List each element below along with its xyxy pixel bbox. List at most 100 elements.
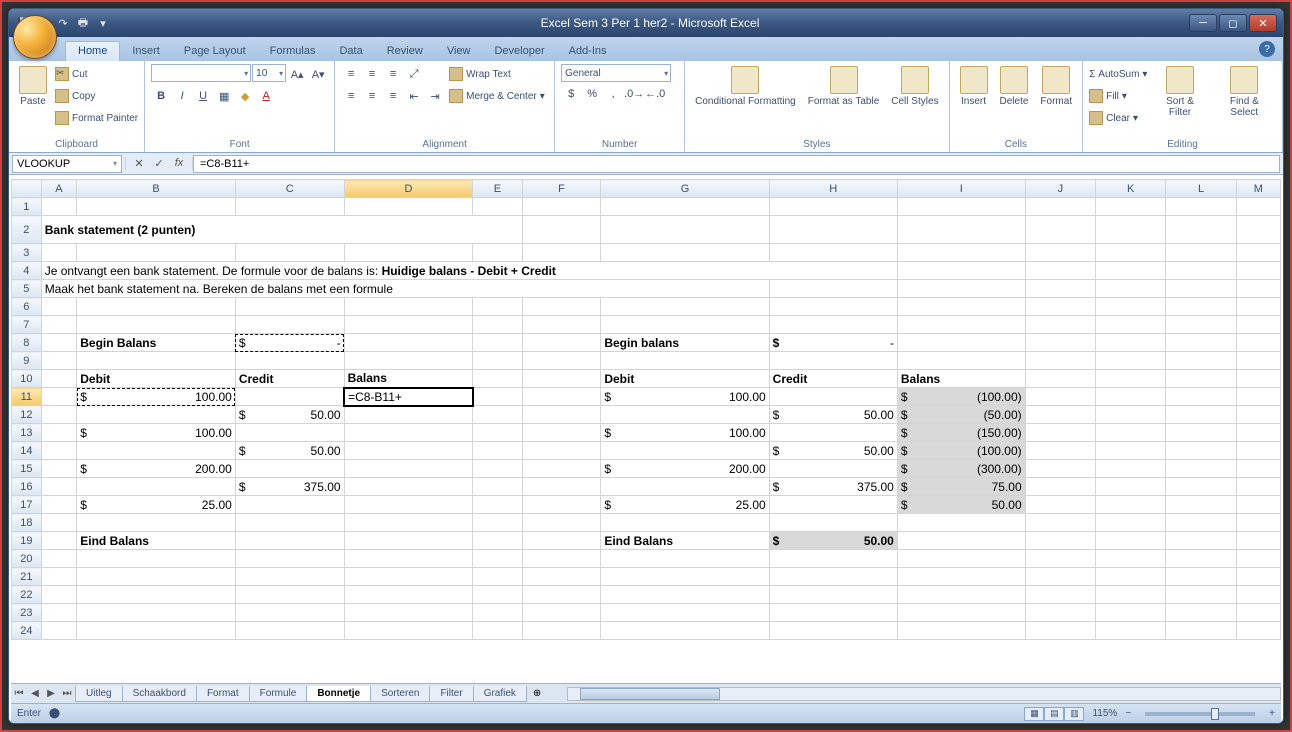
cell-I23[interactable] [897, 604, 1025, 622]
col-header-D[interactable]: D [344, 180, 473, 198]
cell-K13[interactable] [1095, 424, 1165, 442]
cell-H13[interactable] [769, 424, 897, 442]
cell-A15[interactable] [41, 460, 77, 478]
cell-A13[interactable] [41, 424, 77, 442]
cell-M8[interactable] [1236, 334, 1280, 352]
cell-H5[interactable] [769, 280, 897, 298]
row-header-15[interactable]: 15 [12, 460, 42, 478]
sheet-tab-schaakbord[interactable]: Schaakbord [122, 686, 197, 702]
fx-button[interactable]: fx [170, 157, 188, 170]
cell-H17[interactable] [769, 496, 897, 514]
cell-A17[interactable] [41, 496, 77, 514]
orientation-icon[interactable]: ⤢ [404, 64, 424, 84]
tab-page-layout[interactable]: Page Layout [172, 42, 258, 61]
cell-B15[interactable]: $200.00 [77, 460, 236, 478]
col-header-H[interactable]: H [769, 180, 897, 198]
percent-icon[interactable]: % [582, 84, 602, 104]
cell-G2[interactable] [601, 216, 769, 244]
cell-B6[interactable] [77, 298, 236, 316]
cell-E8[interactable] [473, 334, 522, 352]
col-header-J[interactable]: J [1025, 180, 1095, 198]
cell-F22[interactable] [522, 586, 601, 604]
row-header-11[interactable]: 11 [12, 388, 42, 406]
cell-G10[interactable]: Debit [601, 370, 769, 388]
minimize-button[interactable]: ─ [1189, 14, 1217, 32]
cell-B11[interactable]: $100.00 [77, 388, 236, 406]
cell-E1[interactable] [473, 198, 522, 216]
cell-L6[interactable] [1166, 298, 1236, 316]
cell-J3[interactable] [1025, 244, 1095, 262]
cell-B1[interactable] [77, 198, 236, 216]
cell-J9[interactable] [1025, 352, 1095, 370]
cell-B12[interactable] [77, 406, 236, 424]
cell-E10[interactable] [473, 370, 522, 388]
row-header-19[interactable]: 19 [12, 532, 42, 550]
cell-A1[interactable] [41, 198, 77, 216]
cell-A2[interactable]: Bank statement (2 punten) [41, 216, 522, 244]
sheet-tab-formule[interactable]: Formule [249, 686, 308, 702]
font-name-select[interactable] [151, 64, 251, 82]
cell-J20[interactable] [1025, 550, 1095, 568]
cell-J24[interactable] [1025, 622, 1095, 640]
cell-F8[interactable] [522, 334, 601, 352]
cell-A11[interactable] [41, 388, 77, 406]
col-header-M[interactable]: M [1236, 180, 1280, 198]
cell-E3[interactable] [473, 244, 522, 262]
cell-L14[interactable] [1166, 442, 1236, 460]
cell-K23[interactable] [1095, 604, 1165, 622]
cell-B14[interactable] [77, 442, 236, 460]
cell-A14[interactable] [41, 442, 77, 460]
cell-F13[interactable] [522, 424, 601, 442]
cell-J15[interactable] [1025, 460, 1095, 478]
grow-font-icon[interactable]: A▴ [287, 64, 307, 84]
cell-B8[interactable]: Begin Balans [77, 334, 236, 352]
cell-J23[interactable] [1025, 604, 1095, 622]
cell-F16[interactable] [522, 478, 601, 496]
shrink-font-icon[interactable]: A▾ [308, 64, 328, 84]
cell-B22[interactable] [77, 586, 236, 604]
cell-I19[interactable] [897, 532, 1025, 550]
cell-H24[interactable] [769, 622, 897, 640]
cell-M24[interactable] [1236, 622, 1280, 640]
cell-E24[interactable] [473, 622, 522, 640]
cell-I14[interactable]: $(100.00) [897, 442, 1025, 460]
row-header-18[interactable]: 18 [12, 514, 42, 532]
align-top-icon[interactable]: ≡ [341, 64, 361, 84]
redo-icon[interactable]: ↷ [55, 15, 71, 31]
cell-H20[interactable] [769, 550, 897, 568]
format-cells-button[interactable]: Format [1036, 64, 1076, 109]
cell-J7[interactable] [1025, 316, 1095, 334]
align-middle-icon[interactable]: ≡ [362, 64, 382, 84]
cell-J13[interactable] [1025, 424, 1095, 442]
cell-J10[interactable] [1025, 370, 1095, 388]
cell-C1[interactable] [235, 198, 344, 216]
cell-D7[interactable] [344, 316, 473, 334]
cell-C20[interactable] [235, 550, 344, 568]
italic-button[interactable]: I [172, 86, 192, 106]
cell-F3[interactable] [522, 244, 601, 262]
cell-K1[interactable] [1095, 198, 1165, 216]
align-right-icon[interactable]: ≡ [383, 86, 403, 106]
col-header-C[interactable]: C [235, 180, 344, 198]
cell-H2[interactable] [769, 216, 897, 244]
cell-K12[interactable] [1095, 406, 1165, 424]
cell-H12[interactable]: $50.00 [769, 406, 897, 424]
cell-K17[interactable] [1095, 496, 1165, 514]
cell-I5[interactable] [897, 280, 1025, 298]
enter-formula-button[interactable]: ✓ [150, 157, 168, 170]
sheet-nav-next[interactable]: ▶ [43, 688, 59, 699]
cell-M21[interactable] [1236, 568, 1280, 586]
cell-E18[interactable] [473, 514, 522, 532]
cell-M20[interactable] [1236, 550, 1280, 568]
view-normal-icon[interactable]: ▦ [1024, 707, 1044, 721]
cell-M7[interactable] [1236, 316, 1280, 334]
new-sheet-icon[interactable]: ⊕ [527, 688, 547, 699]
cell-K8[interactable] [1095, 334, 1165, 352]
row-header-22[interactable]: 22 [12, 586, 42, 604]
col-header-B[interactable]: B [77, 180, 236, 198]
cell-C21[interactable] [235, 568, 344, 586]
cell-B18[interactable] [77, 514, 236, 532]
cell-M10[interactable] [1236, 370, 1280, 388]
cell-J11[interactable] [1025, 388, 1095, 406]
tab-home[interactable]: Home [65, 41, 120, 61]
